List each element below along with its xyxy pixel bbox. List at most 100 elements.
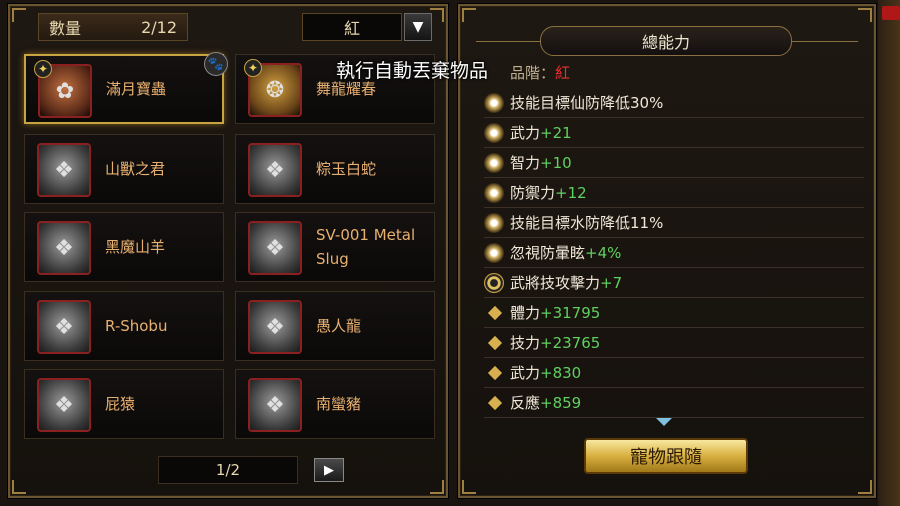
paw-icon: 🐾 [204, 52, 228, 76]
star-icon: ✦ [484, 152, 504, 173]
pet-count: 數量 2/12 [38, 13, 188, 41]
stat-bonus: +31795 [540, 303, 601, 322]
stat-list[interactable]: ✦ 技能目標仙防降低30% ✦ 武力 +21 ✦ 智力 +10 ✦ 防禦力 +12 ✦ 技能目標… [484, 88, 864, 418]
panel-title: 總能力 [540, 26, 792, 56]
pet-name: 山獸之君 [105, 160, 166, 178]
stat-bonus: +21 [540, 123, 572, 142]
stat-row: ✦ 技能目標水防降低11% [484, 208, 864, 238]
grade-filter-value[interactable]: 紅 [302, 13, 402, 41]
pet-card-5[interactable]: ❖ 黑魔山羊 [24, 212, 224, 282]
stat-bonus: +10 [540, 153, 572, 172]
stat-bonus: +859 [540, 393, 582, 412]
star-icon: ✦ [484, 242, 504, 263]
pet-card-7[interactable]: ❖ R-Shobu [24, 291, 224, 361]
frame-corner [858, 480, 872, 494]
stat-row: 反應 +859 [484, 388, 864, 418]
pet-portrait: ❖ [37, 143, 91, 197]
count-label: 數量 [49, 19, 82, 38]
grade-line: 品階：紅 [510, 62, 570, 83]
pet-card-4[interactable]: ❖ 粽玉白蛇 [235, 134, 435, 204]
frame-corner [12, 480, 26, 494]
pet-portrait: ❖ [37, 378, 91, 432]
frame-corner [12, 8, 26, 22]
divider [792, 41, 858, 42]
pet-portrait: ❖ [248, 143, 302, 197]
scroll-down-indicator-icon [656, 418, 672, 426]
diamond-icon [487, 305, 503, 320]
frame-corner [430, 8, 444, 22]
frame-corner [430, 480, 444, 494]
stat-label: 武力 [510, 364, 541, 382]
screen-edge-strip [878, 0, 900, 506]
pet-name: 愚人龍 [316, 317, 362, 335]
pet-card-10[interactable]: ❖ 南蠻豬 [235, 369, 435, 439]
stat-label: 技力 [510, 334, 541, 352]
pet-name: SV-001 Metal Slug [316, 226, 416, 268]
stat-label: 體力 [510, 304, 541, 322]
stat-row: ✦ 忽視防暈眩 +4% [484, 238, 864, 268]
grade-label: 品階： [510, 64, 556, 82]
stat-label: 技能目標仙防降低30% [510, 94, 664, 112]
arrow-right-icon: ▶ [324, 462, 334, 478]
star-badge-icon: ✦ [244, 59, 262, 77]
diamond-icon [487, 395, 503, 410]
pet-card-3[interactable]: ❖ 山獸之君 [24, 134, 224, 204]
pet-card-9[interactable]: ❖ 屁猿 [24, 369, 224, 439]
stat-row: ✦ 技能目標仙防降低30% [484, 88, 864, 118]
stat-bonus: +830 [540, 363, 582, 382]
pet-name: R-Shobu [105, 317, 168, 335]
pet-portrait: ❖ [248, 378, 302, 432]
star-icon: ✦ [484, 212, 504, 233]
frame-corner [858, 8, 872, 22]
filter-dropdown-button[interactable]: ▼ [404, 13, 432, 41]
stat-bonus: +7 [600, 273, 623, 292]
pet-name: 滿月寶蟲 [106, 80, 167, 98]
stat-bonus: +4% [585, 243, 622, 262]
pet-follow-button[interactable]: 寵物跟隨 [584, 438, 748, 474]
pet-portrait: ❖ [248, 300, 302, 354]
stat-bonus: +23765 [540, 333, 601, 352]
pet-name: 屁猿 [105, 395, 136, 413]
close-tab[interactable] [882, 6, 900, 20]
star-badge-icon: ✦ [34, 60, 52, 78]
pet-card-6[interactable]: ❖ SV-001 Metal Slug [235, 212, 435, 282]
stat-label: 忽視防暈眩 [510, 244, 586, 262]
pet-portrait: ❖ [37, 221, 91, 275]
stat-row: 武力 +830 [484, 358, 864, 388]
stat-row: 技力 +23765 [484, 328, 864, 358]
next-page-button[interactable]: ▶ [314, 458, 344, 482]
star-icon: ✦ [484, 182, 504, 203]
diamond-icon [487, 365, 503, 380]
stat-label: 防禦力 [510, 184, 556, 202]
stat-bonus: +12 [555, 183, 587, 202]
chevron-down-icon: ▼ [412, 19, 424, 35]
pet-portrait: ❖ [37, 300, 91, 354]
pet-name: 黑魔山羊 [105, 238, 166, 256]
stat-row: ✦ 武力 +21 [484, 118, 864, 148]
pet-card-1[interactable]: ✿ ✦ 滿月寶蟲 [24, 54, 224, 124]
stat-label: 武力 [510, 124, 541, 142]
stat-label: 智力 [510, 154, 541, 172]
pet-card-8[interactable]: ❖ 愚人龍 [235, 291, 435, 361]
divider [476, 41, 540, 42]
stat-row: ✦ 防禦力 +12 [484, 178, 864, 208]
diamond-icon [487, 335, 503, 350]
system-toast-message: 執行自動丟棄物品 [336, 60, 489, 82]
stat-row: ✦ 智力 +10 [484, 148, 864, 178]
ring-icon [484, 272, 504, 293]
count-value: 2/12 [141, 17, 177, 37]
page-indicator: 1/2 [158, 456, 298, 484]
star-icon: ✦ [484, 122, 504, 143]
stat-label: 技能目標水防降低11% [510, 214, 664, 232]
star-icon: ✦ [484, 92, 504, 113]
pet-name: 南蠻豬 [316, 395, 362, 413]
stat-row: 體力 +31795 [484, 298, 864, 328]
stat-row: 武將技攻擊力 +7 [484, 268, 864, 298]
stat-label: 反應 [510, 394, 541, 412]
grade-value: 紅 [555, 64, 571, 82]
frame-corner [462, 8, 476, 22]
frame-corner [462, 480, 476, 494]
stat-label: 武將技攻擊力 [510, 274, 601, 292]
pet-portrait: ❖ [248, 221, 302, 275]
pet-name: 粽玉白蛇 [316, 160, 377, 178]
